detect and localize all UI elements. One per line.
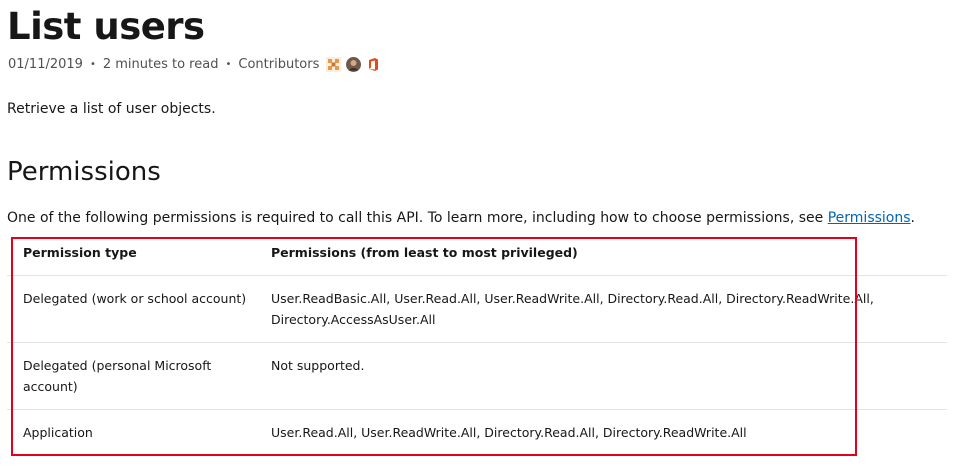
contributors-label[interactable]: Contributors [238,57,319,72]
intro-paragraph: Retrieve a list of user objects. [7,101,216,117]
publish-date: 01/11/2019 [8,56,83,72]
permissions-lead-end: . [910,210,915,226]
table-row: Application User.Read.All, User.ReadWrit… [7,410,947,460]
table-cell-permissions: Not supported. [271,358,365,373]
table-cell-type: Application [23,425,93,440]
table-cell-type: Delegated (personal Microsoft account) [23,358,212,394]
column-header-permission-type: Permission type [23,245,137,260]
photo-avatar-icon[interactable] [346,56,362,72]
contributor-avatars [326,56,381,72]
read-time: 2 minutes to read [102,56,219,72]
table-cell-permissions: User.Read.All, User.ReadWrite.All, Direc… [271,425,747,440]
column-header-permissions: Permissions (from least to most privileg… [271,245,578,260]
permissions-table: Permission type Permissions (from least … [7,231,947,461]
table-header-row: Permission type Permissions (from least … [7,231,947,276]
table-cell-type: Delegated (work or school account) [23,291,247,306]
permissions-lead-text: One of the following permissions is requ… [7,210,828,226]
separator-dot: • [225,58,232,70]
page-title: List users [7,5,205,48]
permissions-heading: Permissions [7,157,161,187]
office-avatar-icon[interactable] [366,57,381,72]
table-row: Delegated (personal Microsoft account) N… [7,343,947,410]
permissions-link[interactable]: Permissions [828,210,911,226]
pinwheel-avatar-icon[interactable] [326,56,342,72]
table-cell-permissions: User.ReadBasic.All, User.Read.All, User.… [271,291,874,327]
article-metadata: 01/11/2019 • 2 minutes to read • Contrib… [8,55,381,73]
permissions-lead: One of the following permissions is requ… [7,208,915,228]
separator-dot: • [89,58,96,70]
table-row: Delegated (work or school account) User.… [7,276,947,343]
